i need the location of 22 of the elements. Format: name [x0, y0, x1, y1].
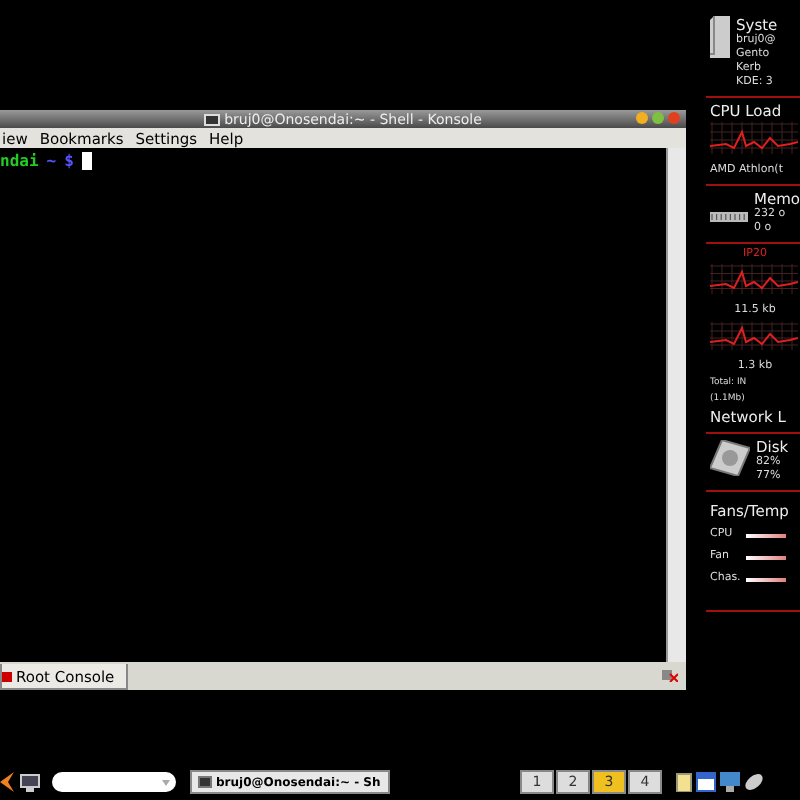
memory-module-icon	[710, 212, 748, 224]
scrollbar[interactable]	[666, 148, 686, 662]
k-menu-icon[interactable]	[0, 772, 14, 792]
prompt-symbol: $	[64, 152, 74, 170]
console-icon	[2, 671, 12, 681]
prompt-host: ndai	[0, 152, 39, 170]
window-icon[interactable]	[696, 772, 716, 792]
close-tab-icon[interactable]	[662, 668, 678, 682]
clipboard-icon[interactable]	[676, 772, 692, 792]
computer-tower-icon	[710, 16, 730, 58]
text-cursor	[81, 152, 92, 170]
prompt-path: ~	[46, 152, 57, 170]
maximize-button[interactable]	[652, 112, 664, 124]
search-field[interactable]	[52, 772, 176, 792]
upload-graph	[710, 322, 798, 350]
satellite-dish-icon[interactable]	[744, 772, 764, 792]
cpu-load-graph	[710, 122, 798, 154]
monitor-icon[interactable]	[20, 773, 40, 791]
network-icon[interactable]	[720, 772, 740, 792]
minimize-button[interactable]	[636, 112, 648, 124]
download-graph	[710, 264, 798, 294]
terminal-icon	[198, 776, 212, 788]
